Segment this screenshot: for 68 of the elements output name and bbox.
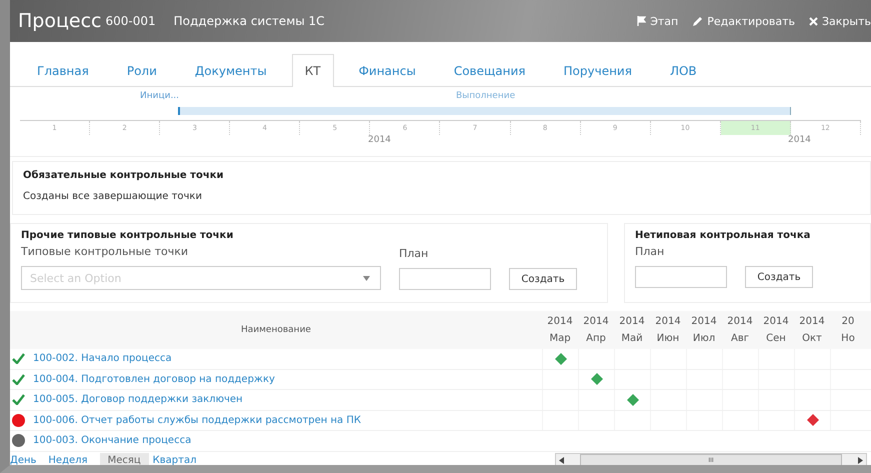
scroll-right-icon (858, 457, 863, 464)
status-text: Созданы все завершающие точки (23, 191, 203, 202)
status-dot (12, 414, 25, 427)
check-icon (12, 374, 25, 385)
tab[interactable]: Роли (114, 54, 170, 86)
pencil-icon (692, 16, 704, 26)
tab[interactable]: ЛОВ (656, 54, 710, 86)
year-label: 2014 (799, 316, 825, 327)
milestone-link[interactable]: 100-005. Договор поддержки заключен (33, 394, 243, 406)
check-icon (12, 394, 25, 406)
view-tab[interactable]: Квартал (152, 453, 204, 465)
process-name: Поддержка системы 1С (174, 14, 325, 28)
month-label: Авг (731, 333, 749, 344)
month-label: Окт (802, 333, 822, 344)
year-label: 2014 (368, 135, 391, 145)
tab[interactable]: Главная (24, 54, 102, 86)
tab[interactable]: Финансы (346, 54, 429, 86)
tab[interactable]: КТ (292, 54, 334, 87)
month-label: Апр (586, 333, 606, 344)
phase-label: Иници... (140, 91, 180, 101)
year-label: 2014 (583, 316, 609, 327)
dropdown-icon (363, 276, 370, 280)
milestone-link[interactable]: 100-004. Подготовлен договор на поддержку (33, 374, 275, 385)
view-tab[interactable]: Месяц (100, 453, 149, 465)
view-tab[interactable]: День (10, 453, 44, 465)
month-label: Сен (766, 333, 786, 344)
month-label: Май (621, 333, 643, 344)
milestone-link[interactable]: 100-003. Окончание процесса (33, 435, 192, 446)
section-title: Обязательные контрольные точки (23, 170, 224, 181)
create-button[interactable]: Создать (509, 268, 577, 290)
plan-field[interactable] (399, 268, 491, 290)
close-icon (809, 16, 818, 26)
section-title: Прочие типовые контрольные точки (21, 230, 234, 241)
tab[interactable]: Совещания (440, 54, 539, 86)
plan-field[interactable] (635, 266, 727, 288)
edit-button[interactable]: Редактировать (692, 14, 795, 28)
scroll-left-icon (559, 457, 564, 464)
year-label: 20 (842, 316, 854, 327)
create-button[interactable]: Создать (745, 266, 813, 288)
year-label: 2014 (763, 316, 789, 327)
milestone-link[interactable]: 100-002. Начало процесса (33, 353, 172, 364)
field-label: План (635, 245, 666, 258)
year-label: 2014 (788, 135, 811, 145)
status-dot (12, 434, 25, 448)
month-label: Но (841, 333, 855, 344)
year-label: 2014 (547, 316, 573, 327)
tab[interactable]: Документы (182, 54, 280, 86)
close-button[interactable]: Закрыть (809, 14, 871, 28)
milestone-link[interactable]: 100-006. Отчет работы службы поддержки рассмотрен на ПК (33, 414, 361, 426)
field-label: Типовые контрольные точки (21, 245, 189, 258)
process-number: 600-001 (106, 14, 156, 28)
year-label: 2014 (655, 316, 681, 327)
stage-button[interactable]: Этап (637, 14, 678, 28)
year-label: 2014 (691, 316, 717, 327)
check-icon (12, 353, 25, 364)
field-label: План (399, 247, 430, 260)
month-label: Июл (692, 333, 716, 344)
year-label: 2014 (727, 316, 753, 327)
flag-icon (637, 16, 646, 26)
window-title: Процесс (18, 10, 102, 32)
phase-label: Выполнение (456, 91, 516, 101)
month-label: Мар (549, 333, 571, 344)
view-tab[interactable]: Неделя (48, 453, 96, 465)
section-title: Нетиповая контрольная точка (635, 230, 812, 241)
column-header: Наименование (241, 325, 311, 335)
year-label: 2014 (619, 316, 645, 327)
tab[interactable]: Поручения (550, 54, 645, 86)
month-label: Июн (656, 333, 680, 344)
